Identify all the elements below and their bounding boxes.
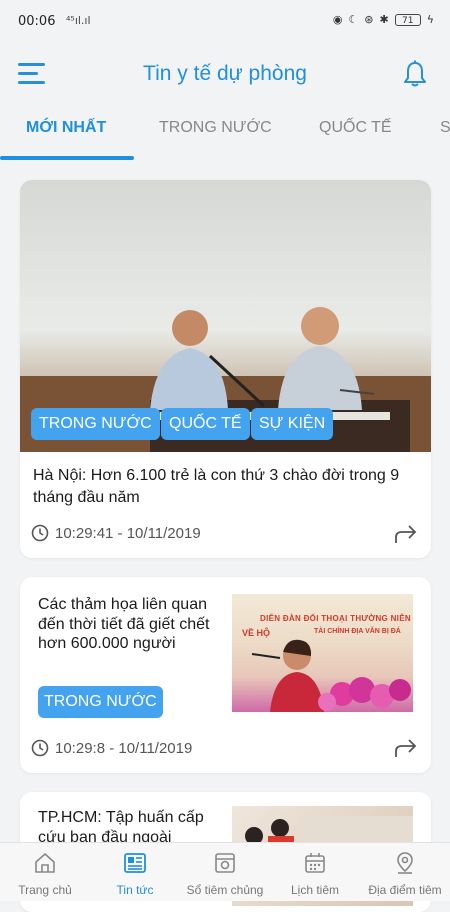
nav-vaccination-book[interactable]: Sổ tiêm chủng	[180, 843, 270, 901]
tab-quoc-te[interactable]: QUỐC TẾ	[319, 119, 392, 137]
article-card[interactable]: TRONG NƯỚC QUỐC TẾ SỰ KIỆN Hà Nội: Hơn 6…	[20, 180, 431, 558]
article-title[interactable]: Các thảm họa liên quan đến thời tiết đã …	[38, 595, 218, 654]
tab-trong-nuoc[interactable]: TRONG NƯỚC	[159, 119, 272, 137]
article-title[interactable]: Hà Nội: Hơn 6.100 trẻ là con thứ 3 chào …	[33, 465, 418, 509]
nav-home[interactable]: Trang chủ	[0, 843, 90, 901]
active-tab-indicator	[0, 156, 134, 160]
battery-icon: 71	[394, 13, 421, 26]
tab-moi-nhat[interactable]: MỚI NHẤT	[26, 119, 106, 137]
nav-location[interactable]: Địa điểm tiêm	[360, 843, 450, 901]
category-tag[interactable]: SỰ KIỆN	[251, 408, 334, 440]
nav-news[interactable]: Tin tức	[90, 843, 180, 901]
article-timestamp: 10:29:8 - 10/11/2019	[31, 739, 192, 757]
category-tabs: MỚI NHẤT TRONG NƯỚC QUỐC TẾ S	[0, 110, 450, 162]
nav-label: Tin tức	[116, 883, 154, 897]
moon-icon: ☾	[348, 13, 359, 26]
nav-label: Lịch tiêm	[290, 883, 340, 897]
bluetooth-icon: ✱	[379, 13, 389, 26]
newspaper-icon	[124, 853, 146, 873]
speaker-photo	[251, 639, 411, 712]
bell-icon[interactable]	[402, 60, 428, 88]
bottom-navigation: Trang chủ Tin tức Sổ tiêm chủng Lịch tiê…	[0, 842, 450, 901]
home-icon	[35, 853, 55, 873]
location-pin-icon	[397, 852, 413, 874]
category-tag[interactable]: TRONG NƯỚC	[38, 686, 163, 718]
status-time: 00:06	[18, 14, 56, 29]
nav-schedule[interactable]: Lịch tiêm	[270, 843, 360, 901]
article-timestamp: 10:29:41 - 10/11/2019	[31, 524, 201, 542]
calendar-icon	[305, 853, 325, 873]
category-tag[interactable]: QUỐC TẾ	[161, 408, 250, 440]
nav-label: Trang chủ	[18, 883, 72, 897]
nav-label: Sổ tiêm chủng	[186, 883, 264, 897]
vaccine-book-icon	[215, 853, 235, 873]
category-tag[interactable]: TRONG NƯỚC	[31, 408, 160, 440]
article-thumbnail: DIỄN ĐÀN ĐỐI THOẠI THƯỜNG NIÊN VỀ HỘ TÀI…	[232, 594, 413, 712]
status-bar: 00:06 ⁴⁵ıl.ıl ◉ ☾ ⊛ ✱ 71 ϟ	[0, 0, 450, 42]
timestamp-text: 10:29:8 - 10/11/2019	[55, 739, 193, 757]
target-icon: ⊛	[364, 13, 374, 26]
page-title: Tin y tế dự phòng	[143, 62, 307, 85]
timestamp-text: 10:29:41 - 10/11/2019	[55, 524, 201, 542]
eye-icon: ◉	[332, 13, 343, 26]
tab-more[interactable]: S	[440, 119, 450, 137]
nav-label: Địa điểm tiêm	[368, 883, 442, 897]
article-card[interactable]: Các thảm họa liên quan đến thời tiết đã …	[20, 577, 431, 773]
signal-icon: ⁴⁵ıl.ıl	[66, 14, 91, 27]
status-icons: ◉ ☾ ⊛ ✱ 71 ϟ	[333, 13, 434, 26]
share-icon[interactable]	[394, 523, 418, 545]
share-icon[interactable]	[394, 737, 418, 759]
app-header: Tin y tế dự phòng	[0, 42, 450, 110]
clock-icon	[31, 524, 49, 542]
charging-icon: ϟ	[426, 13, 434, 26]
clock-icon	[31, 739, 49, 757]
